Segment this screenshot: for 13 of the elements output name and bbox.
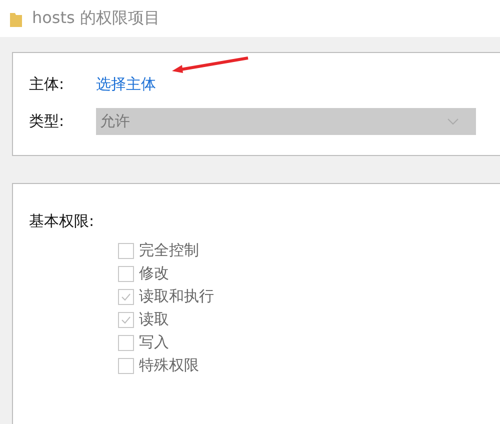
type-label: 类型: bbox=[29, 112, 66, 131]
window-title: hosts 的权限项目 bbox=[32, 8, 160, 29]
basic-permissions-heading: 基本权限: bbox=[29, 212, 96, 231]
permission-label: 读取和执行 bbox=[139, 287, 214, 306]
permission-label: 完全控制 bbox=[139, 241, 199, 260]
permission-label: 读取 bbox=[139, 310, 169, 329]
folder-icon bbox=[10, 10, 22, 26]
permission-label: 写入 bbox=[139, 333, 169, 352]
chevron-down-icon bbox=[447, 118, 459, 125]
principal-label: 主体: bbox=[29, 75, 66, 94]
select-principal-link[interactable]: 选择主体 bbox=[96, 75, 156, 94]
permission-label: 特殊权限 bbox=[139, 356, 199, 375]
permission-label: 修改 bbox=[139, 264, 169, 283]
